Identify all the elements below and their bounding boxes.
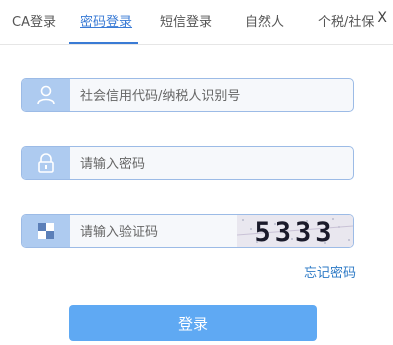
captcha-field: 5333 <box>21 214 354 248</box>
active-tab-indicator <box>69 42 138 44</box>
lock-icon <box>22 147 70 179</box>
tab-natural-person[interactable]: 自然人 <box>245 11 284 30</box>
credit-code-input[interactable] <box>70 79 353 111</box>
tab-sms-login[interactable]: 短信登录 <box>160 11 212 30</box>
captcha-icon <box>22 215 70 247</box>
tab-password-login[interactable]: 密码登录 <box>80 11 132 30</box>
tab-ca-login[interactable]: CA登录 <box>12 11 56 30</box>
captcha-image[interactable]: 5333 <box>236 215 353 247</box>
captcha-input[interactable] <box>70 215 237 247</box>
captcha-text: 5333 <box>254 217 335 247</box>
close-button[interactable]: X <box>377 10 387 26</box>
password-input[interactable] <box>70 147 353 179</box>
login-tab-bar: CA登录 密码登录 短信登录 自然人 个税/社保 X <box>0 0 393 45</box>
login-button[interactable]: 登录 <box>69 305 317 341</box>
password-field <box>21 146 354 180</box>
user-icon <box>22 79 70 111</box>
tab-tax-social-security[interactable]: 个税/社保 <box>318 11 374 30</box>
forgot-password-link[interactable]: 忘记密码 <box>304 262 356 281</box>
credit-code-field <box>21 78 354 112</box>
